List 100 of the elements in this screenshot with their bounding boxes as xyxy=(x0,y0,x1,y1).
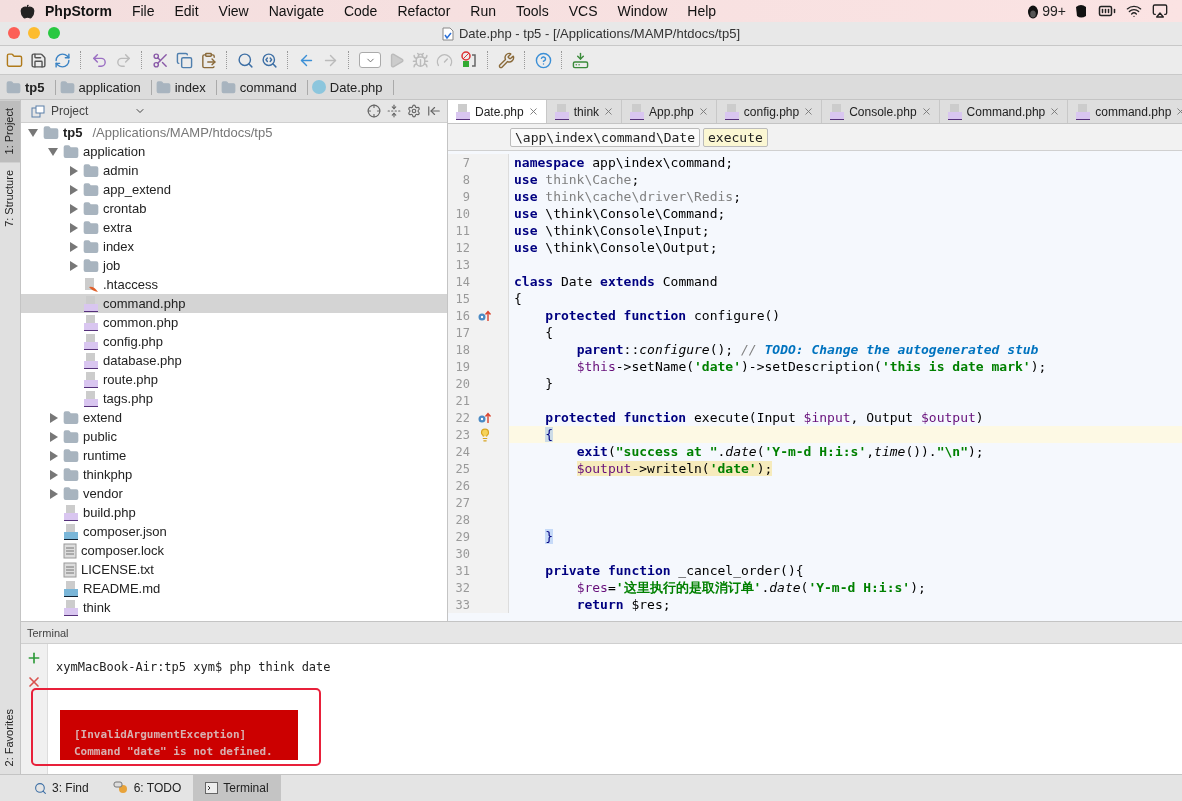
editor-tab[interactable]: Command.php xyxy=(939,100,1069,123)
line-number: 17 xyxy=(454,325,470,340)
menu-item[interactable]: View xyxy=(208,3,259,19)
tool-window-button[interactable]: 3: Find xyxy=(22,775,101,801)
deploy-icon[interactable] xyxy=(572,51,589,69)
sync-icon[interactable] xyxy=(54,51,71,69)
tree-item[interactable]: think xyxy=(21,598,447,617)
tree-item[interactable]: LICENSE.txt xyxy=(21,560,447,579)
menu-item[interactable]: Help xyxy=(677,3,727,19)
tree-item[interactable]: index xyxy=(21,237,447,256)
code-line: $this->setName('date')->setDescription('this is date mark'); xyxy=(576,359,1047,374)
tree-item[interactable]: build.php xyxy=(21,503,447,522)
run-configuration-dropdown[interactable] xyxy=(359,52,381,68)
settings-icon[interactable] xyxy=(407,104,421,118)
tree-item[interactable]: database.php xyxy=(21,351,447,370)
tree-item[interactable]: app_extend xyxy=(21,180,447,199)
hide-icon[interactable] xyxy=(427,104,441,118)
tool-window-tab[interactable]: 7: Structure xyxy=(0,162,20,236)
penguin-icon[interactable] xyxy=(1026,3,1041,19)
tree-item[interactable]: vendor xyxy=(21,484,447,503)
breadcrumb[interactable]: Date.php xyxy=(311,79,394,95)
menu-item[interactable]: File xyxy=(121,3,165,19)
locate-icon[interactable] xyxy=(367,104,381,118)
search-icon[interactable] xyxy=(237,51,254,69)
save-icon[interactable] xyxy=(30,51,47,69)
tree-item[interactable]: composer.lock xyxy=(21,541,447,560)
editor-tab[interactable]: Console.php xyxy=(822,100,940,123)
php-file-icon xyxy=(629,103,646,120)
tree-item[interactable]: extend xyxy=(21,408,447,427)
tree-item[interactable]: public xyxy=(21,427,447,446)
editor-tab[interactable]: Date.php xyxy=(448,100,547,123)
code-breadcrumb[interactable]: \app\index\command\Date xyxy=(510,127,700,147)
tree-item[interactable]: thinkphp xyxy=(21,465,447,484)
tree-item[interactable]: composer.json xyxy=(21,522,447,541)
close-icon[interactable] xyxy=(803,106,815,117)
tool-window-button[interactable]: 6: TODO xyxy=(100,775,194,801)
app-menu[interactable]: PhpStorm xyxy=(35,3,122,19)
close-icon[interactable] xyxy=(697,106,709,117)
menu-item[interactable]: Refactor xyxy=(387,3,461,19)
wifi-icon[interactable] xyxy=(1126,3,1142,19)
tree-item[interactable]: extra xyxy=(21,218,447,237)
folder-icon xyxy=(83,238,99,255)
tree-item[interactable]: application xyxy=(21,142,447,161)
replace-icon[interactable] xyxy=(261,51,278,69)
tool-window-tab[interactable]: 2: Favorites xyxy=(0,700,20,774)
undo-icon[interactable] xyxy=(91,51,108,69)
apple-icon[interactable] xyxy=(20,3,35,19)
close-icon[interactable] xyxy=(26,674,42,690)
close-window-button[interactable] xyxy=(8,27,20,39)
tree-item[interactable]: tags.php xyxy=(21,389,447,408)
collapse-icon[interactable] xyxy=(387,104,401,118)
php-file-icon xyxy=(455,103,471,120)
airplay-icon[interactable] xyxy=(1152,3,1168,19)
close-icon[interactable] xyxy=(1049,106,1061,117)
copy-icon[interactable] xyxy=(176,51,193,69)
menu-item[interactable]: VCS xyxy=(558,3,608,19)
editor-tab[interactable]: App.php xyxy=(622,100,717,123)
tree-item[interactable]: config.php xyxy=(21,332,447,351)
tree-item[interactable]: README.md xyxy=(21,579,447,598)
menu-item[interactable]: Window xyxy=(607,3,678,19)
tree-item[interactable]: admin xyxy=(21,161,447,180)
help-icon[interactable] xyxy=(535,51,552,69)
cut-icon[interactable] xyxy=(152,51,169,69)
tree-item[interactable]: tp5 /Applications/MAMP/htdocs/tp5 xyxy=(21,123,447,142)
tree-item[interactable]: crontab xyxy=(21,199,447,218)
close-icon[interactable] xyxy=(527,106,539,117)
settings-icon[interactable] xyxy=(498,51,515,69)
editor-tab[interactable]: think xyxy=(546,100,623,123)
panel-title[interactable]: Project xyxy=(51,104,89,118)
tool-window-tab[interactable]: 1: Project xyxy=(0,100,20,163)
menu-item[interactable]: Run xyxy=(460,3,506,19)
open-folder-icon[interactable] xyxy=(6,51,23,69)
menu-item[interactable]: Code xyxy=(333,3,388,19)
code-breadcrumb[interactable]: execute xyxy=(703,127,768,147)
error-text: Command "date" is not defined. xyxy=(74,744,274,760)
tree-item[interactable]: command.php xyxy=(21,294,447,313)
menu-item[interactable]: Navigate xyxy=(258,3,334,19)
tree-item[interactable]: job xyxy=(21,256,447,275)
line-number: 13 xyxy=(454,257,470,272)
breadcrumb[interactable]: index xyxy=(155,79,217,95)
breadcrumb[interactable]: application xyxy=(59,79,152,95)
tree-item[interactable]: runtime xyxy=(21,446,447,465)
tool-window-button[interactable]: Terminal xyxy=(193,775,281,801)
add-icon[interactable] xyxy=(26,650,42,666)
stop-listening-icon[interactable] xyxy=(460,51,478,69)
breadcrumb[interactable]: tp5 xyxy=(6,79,56,95)
tree-item[interactable]: route.php xyxy=(21,370,447,389)
folder-icon xyxy=(43,124,59,141)
editor-tab[interactable]: command.php xyxy=(1068,100,1182,123)
paste-icon[interactable] xyxy=(200,51,217,69)
tree-item[interactable]: .htaccess xyxy=(21,275,447,294)
line-number: 33 xyxy=(454,597,470,612)
tree-item[interactable]: common.php xyxy=(21,313,447,332)
breadcrumb[interactable]: command xyxy=(220,79,308,95)
close-icon[interactable] xyxy=(603,106,615,117)
close-icon[interactable] xyxy=(920,106,932,117)
line-number: 32 xyxy=(454,580,470,595)
menu-item[interactable]: Edit xyxy=(164,3,209,19)
menu-item[interactable]: Tools xyxy=(506,3,559,19)
editor-tab[interactable]: config.php xyxy=(716,100,823,123)
